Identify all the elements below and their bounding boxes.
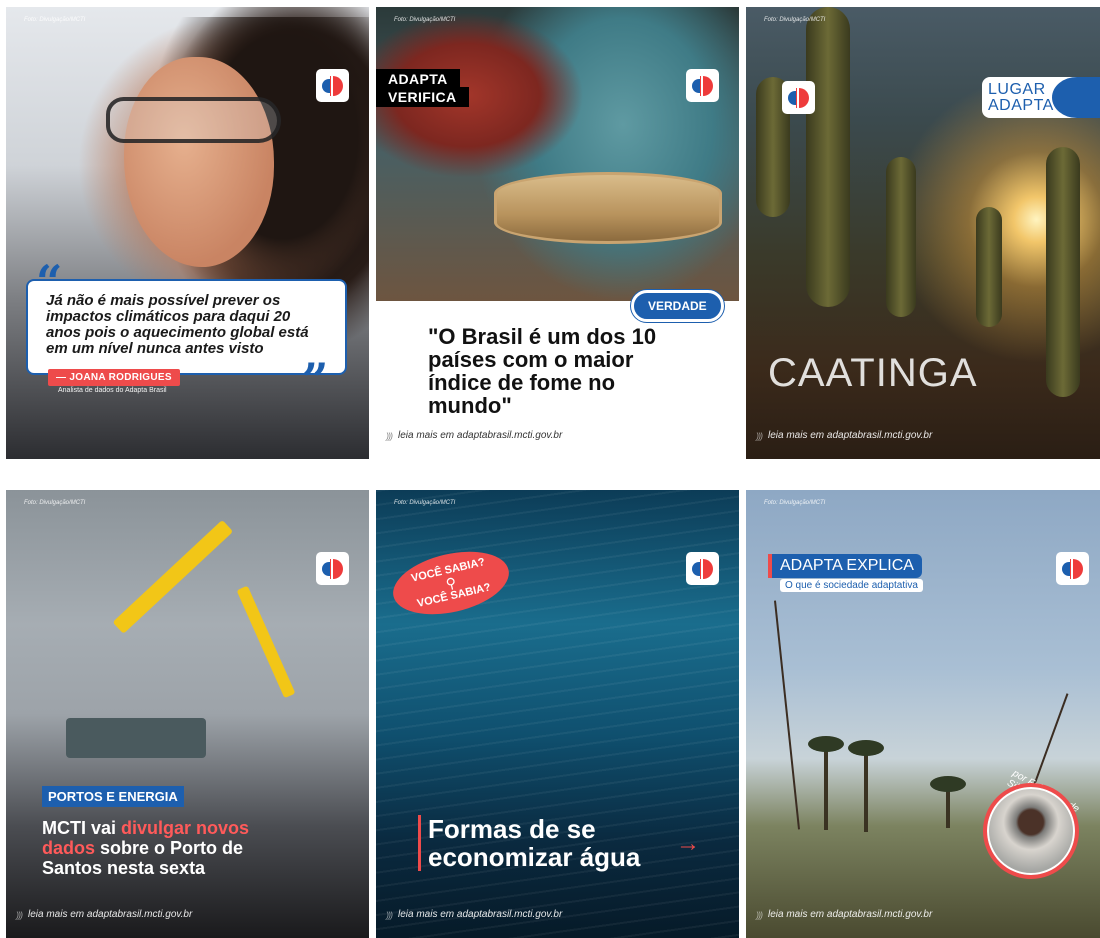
footer-link-text: leia mais em adaptabrasil.mcti.gov.br (398, 430, 563, 441)
did-you-know-card[interactable]: Foto: Divulgação/MCTI VOCÊ SABIA? ⚲ VOCÊ… (376, 490, 739, 938)
palm-tree (808, 736, 844, 830)
category-badge: PORTOS E ENERGIA (42, 786, 184, 807)
tip-headline: Formas de se economizar água (418, 815, 658, 871)
headline-part1: MCTI vai (42, 818, 122, 838)
quote-close-icon: ” (302, 353, 329, 407)
adapta-logo-icon (316, 69, 349, 102)
explainer-card[interactable]: Foto: Divulgação/MCTI ADAPTA EXPLICA O q… (746, 490, 1100, 938)
cactus-stem (806, 7, 850, 307)
cactus-stem (1046, 147, 1080, 397)
photo-sieve (494, 172, 722, 244)
brazil-map-icon (1052, 77, 1100, 118)
footer-link[interactable]: ))) leia mais em adaptabrasil.mcti.gov.b… (756, 909, 932, 920)
cactus-stem (886, 157, 916, 317)
place-title: CAATINGA (768, 351, 978, 395)
quote-open-icon: “ (36, 255, 63, 309)
adapta-logo-icon (1056, 552, 1089, 585)
footer-link[interactable]: ))) leia mais em adaptabrasil.mcti.gov.b… (756, 430, 932, 441)
place-card[interactable]: Foto: Divulgação/MCTI LUGAR ADAPTA CAATI… (746, 7, 1100, 459)
adapta-logo-icon (686, 552, 719, 585)
series-tag: LUGAR ADAPTA (982, 77, 1100, 118)
testimonial-card[interactable]: Foto: Divulgação/MCTI Já não é mais poss… (6, 7, 369, 459)
photo-safety-glasses (106, 97, 281, 143)
sound-wave-icon: ))) (386, 909, 393, 920)
adapta-logo-icon (686, 69, 719, 102)
series-tag-line2: ADAPTA (988, 96, 1054, 114)
author-badge: — JOANA RODRIGUES (48, 369, 180, 386)
footer-link-text: leia mais em adaptabrasil.mcti.gov.br (398, 909, 563, 920)
news-headline: MCTI vai divulgar novos dados sobre o Po… (42, 818, 282, 878)
quote-text: Já não é mais possível prever os impacto… (46, 292, 309, 357)
palm-tree (848, 740, 884, 832)
series-tag-line1: LUGAR (988, 80, 1046, 98)
excavator-body (66, 718, 206, 758)
adapta-logo-icon (782, 81, 815, 114)
women-sieve-photo (376, 7, 739, 301)
photo-credit: Foto: Divulgação/MCTI (394, 500, 456, 506)
verdict-badge: VERDADE (631, 290, 724, 322)
footer-link[interactable]: ))) leia mais em adaptabrasil.mcti.gov.b… (16, 909, 192, 920)
photo-credit: Foto: Divulgação/MCTI (24, 500, 86, 506)
footer-link[interactable]: ))) leia mais em adaptabrasil.mcti.gov.b… (386, 909, 562, 920)
palm-tree (930, 776, 966, 828)
cactus-stem (976, 207, 1002, 327)
sound-wave-icon: ))) (756, 430, 763, 441)
footer-link-text: leia mais em adaptabrasil.mcti.gov.br (768, 909, 933, 920)
claim-text: "O Brasil é um dos 10 países com o maior… (428, 324, 657, 418)
arrow-right-icon[interactable]: → (676, 830, 700, 858)
author-role: Analista de dados do Adapta Brasil (58, 387, 167, 394)
quote-box: Já não é mais possível prever os impacto… (26, 279, 347, 375)
photo-credit: Foto: Divulgação/MCTI (24, 17, 86, 23)
author-avatar (983, 783, 1079, 879)
sound-wave-icon: ))) (756, 909, 763, 920)
series-tag-line1: ADAPTA (376, 69, 460, 89)
sound-wave-icon: ))) (386, 430, 393, 441)
series-tag-line2: VERIFICA (376, 87, 469, 107)
footer-link[interactable]: ))) leia mais em adaptabrasil.mcti.gov.b… (386, 430, 562, 441)
sound-wave-icon: ))) (16, 909, 23, 920)
fact-check-card[interactable]: Foto: Divulgação/MCTI ADAPTA VERIFICA VE… (376, 7, 739, 459)
footer-link-text: leia mais em adaptabrasil.mcti.gov.br (768, 430, 933, 441)
news-card[interactable]: Foto: Divulgação/MCTI PORTOS E ENERGIA M… (6, 490, 369, 938)
photo-credit: Foto: Divulgação/MCTI (394, 17, 456, 23)
photo-credit: Foto: Divulgação/MCTI (764, 500, 826, 506)
series-subtitle: O que é sociedade adaptativa (780, 579, 923, 592)
series-title: ADAPTA EXPLICA (768, 554, 922, 578)
footer-link-text: leia mais em adaptabrasil.mcti.gov.br (28, 909, 193, 920)
adapta-logo-icon (316, 552, 349, 585)
photo-credit: Foto: Divulgação/MCTI (764, 17, 826, 23)
photo-face (124, 57, 274, 267)
